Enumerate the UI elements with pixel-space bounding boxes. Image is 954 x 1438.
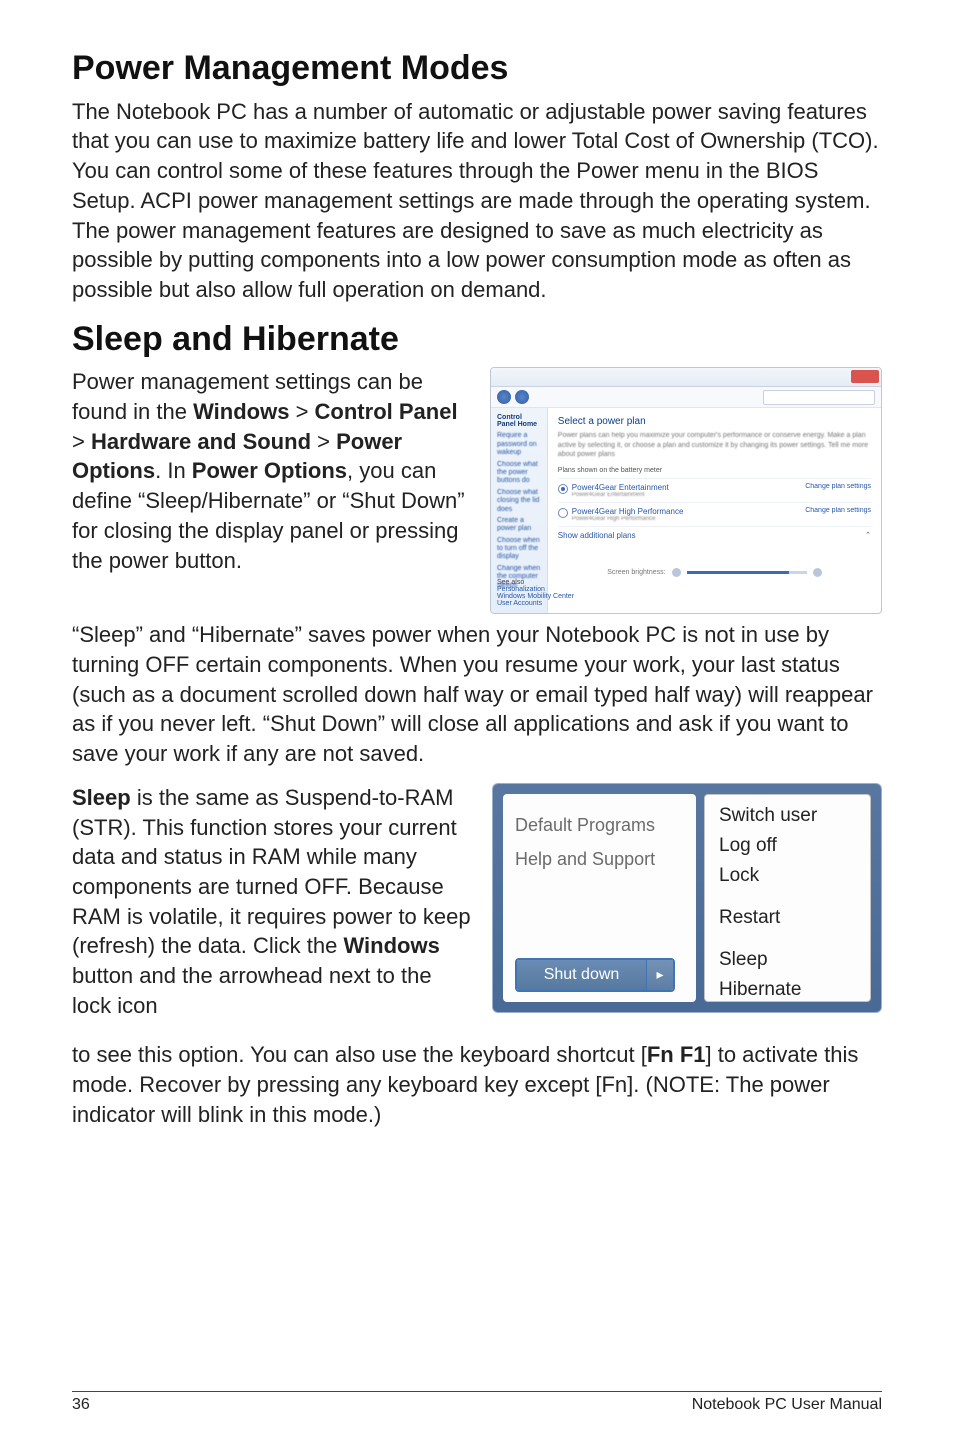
brightness-low-icon (672, 568, 681, 577)
start-menu-item-help[interactable]: Help and Support (515, 842, 684, 876)
start-menu-shutdown-flyout: Default Programs Help and Support Shut d… (492, 783, 882, 1013)
shutdown-arrow-icon[interactable]: ▸ (646, 960, 673, 990)
start-menu-item-default-programs[interactable]: Default Programs (515, 808, 684, 842)
power-options-window: Control Panel Home Require a password on… (490, 367, 882, 614)
text-control-panel: Control Panel (315, 399, 458, 424)
radio-icon[interactable] (558, 484, 568, 494)
page-number: 36 (72, 1396, 90, 1414)
paragraph-power-management: The Notebook PC has a number of automati… (72, 97, 882, 305)
text: > (72, 429, 91, 454)
text-windows: Windows (193, 399, 289, 424)
slider-track[interactable] (687, 571, 807, 574)
text-sleep: Sleep (72, 785, 131, 810)
page-footer: 36 Notebook PC User Manual (72, 1391, 882, 1414)
menu-item-log-off[interactable]: Log off (719, 831, 856, 861)
menu-item-lock[interactable]: Lock (719, 861, 856, 891)
power-options-title: Select a power plan (558, 416, 871, 427)
power-plan-row[interactable]: Power4Gear High Performance Power4Gear H… (558, 502, 871, 526)
text: > (311, 429, 336, 454)
text-fn-f1: Fn F1 (647, 1042, 706, 1067)
paragraph-sleep-hibernate-desc: “Sleep” and “Hibernate” saves power when… (72, 620, 882, 768)
show-additional-row[interactable]: Show additional plans ⌃ (558, 526, 871, 544)
heading-sleep-hibernate: Sleep and Hibernate (72, 319, 882, 360)
power-options-desc: Power plans can help you maximize your c… (558, 431, 871, 458)
text: to see this option. You can also use the… (72, 1042, 647, 1067)
paragraph-sleep-str: Sleep is the same as Suspend-to-RAM (STR… (72, 783, 474, 1021)
brightness-slider[interactable]: Screen brightness: (558, 568, 871, 577)
sidebar-link[interactable]: Require a password on wakeup (497, 432, 541, 457)
change-plan-link[interactable]: Change plan settings (805, 483, 871, 490)
change-plan-link[interactable]: Change plan settings (805, 507, 871, 514)
sidebar-link[interactable]: Choose when to turn off the display (497, 537, 541, 562)
search-input[interactable] (763, 390, 875, 405)
shutdown-split-button[interactable]: Shut down ▸ (515, 958, 675, 992)
close-icon[interactable] (851, 370, 879, 383)
expand-icon[interactable]: ⌃ (865, 531, 871, 539)
plans-header: Plans shown on the battery meter (558, 467, 871, 474)
forward-icon[interactable] (515, 390, 529, 404)
shutdown-flyout-menu: Switch user Log off Lock Restart Sleep H… (704, 794, 871, 1002)
sidebar-header: Control Panel Home (497, 414, 541, 428)
plan-sub: Power4Gear High Performance (572, 516, 684, 522)
see-also-block: See also Personalization Windows Mobilit… (497, 579, 574, 607)
radio-icon[interactable] (558, 508, 568, 518)
see-also-link[interactable]: Personalization (497, 586, 574, 593)
plan-name: Power4Gear High Performance (572, 507, 684, 516)
plan-name: Power4Gear Entertainment (572, 483, 669, 492)
menu-item-restart[interactable]: Restart (719, 903, 856, 933)
paragraph-fn-f1: to see this option. You can also use the… (72, 1040, 882, 1129)
sidebar-link[interactable]: Choose what closing the lid does (497, 489, 541, 514)
see-also-header: See also (497, 579, 574, 586)
brightness-high-icon (813, 568, 822, 577)
menu-item-switch-user[interactable]: Switch user (719, 801, 856, 831)
sidebar-link[interactable]: Create a power plan (497, 517, 541, 534)
menu-item-sleep[interactable]: Sleep (719, 945, 856, 975)
brightness-label: Screen brightness: (607, 569, 665, 576)
window-titlebar (491, 368, 881, 387)
text: . In (155, 458, 192, 483)
text-windows-2: Windows (343, 933, 439, 958)
paragraph-settings-location: Power management settings can be found i… (72, 367, 472, 575)
see-also-link[interactable]: User Accounts (497, 600, 574, 607)
plan-sub: Power4Gear Entertainment (572, 492, 669, 498)
start-menu-left-pane: Default Programs Help and Support Shut d… (503, 794, 696, 1002)
see-also-link[interactable]: Windows Mobility Center (497, 593, 574, 600)
show-additional-link[interactable]: Show additional plans (558, 531, 636, 540)
heading-power-management: Power Management Modes (72, 48, 882, 89)
power-plan-row[interactable]: Power4Gear Entertainment Power4Gear Ente… (558, 478, 871, 502)
text-power-options-2: Power Options (192, 458, 347, 483)
back-icon[interactable] (497, 390, 511, 404)
text: > (289, 399, 314, 424)
menu-item-hibernate[interactable]: Hibernate (719, 975, 856, 1002)
shutdown-button[interactable]: Shut down (517, 960, 646, 990)
window-nav-bar (491, 387, 881, 408)
footer-label: Notebook PC User Manual (692, 1396, 882, 1414)
sidebar-link[interactable]: Choose what the power buttons do (497, 461, 541, 486)
power-options-main: Select a power plan Power plans can help… (548, 408, 881, 613)
text-hardware-and-sound: Hardware and Sound (91, 429, 311, 454)
text: button and the arrowhead next to the loc… (72, 963, 432, 1018)
